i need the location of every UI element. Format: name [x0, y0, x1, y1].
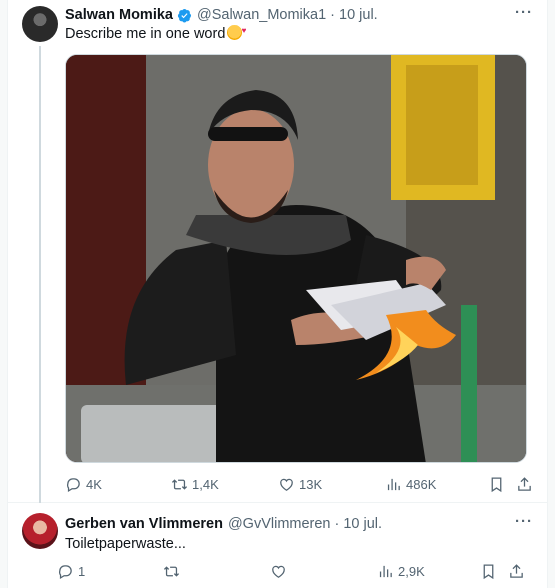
views-count: 2,9K — [398, 563, 425, 579]
page-edge-right — [547, 0, 555, 588]
tweet-photo[interactable] — [65, 54, 527, 463]
tweet-header: Salwan Momika @Salwan_Momika1 · 10 jul. — [65, 6, 378, 24]
author-handle[interactable]: @Salwan_Momika1 — [197, 6, 326, 24]
share-button[interactable] — [508, 561, 525, 581]
smiling-face-with-hearts-icon — [227, 22, 246, 40]
page-edge-left — [0, 0, 8, 588]
author-name[interactable]: Salwan Momika — [65, 6, 173, 24]
more-icon[interactable]: ··· — [515, 513, 533, 530]
repost-count: 1,4K — [192, 476, 219, 492]
separator-dot: · — [334, 516, 340, 532]
tweet-actions: 4K 1,4K 13K 486K — [65, 474, 539, 494]
tweet-header: Gerben van Vlimmeren @GvVlimmeren · 10 j… — [65, 515, 382, 533]
like-icon — [272, 565, 285, 578]
views-button[interactable]: 2,9K — [377, 561, 425, 581]
reply-count: 4K — [86, 476, 102, 492]
like-button[interactable]: 13K — [278, 474, 322, 494]
repost-icon — [171, 478, 188, 490]
share-icon — [518, 476, 531, 491]
views-icon — [379, 565, 392, 577]
reply-button[interactable]: 1 — [57, 561, 85, 581]
thread-line — [39, 46, 41, 503]
tweet-text-content: Describe me in one word — [65, 26, 226, 42]
tweet-date[interactable]: 10 jul. — [339, 6, 378, 24]
tweet-actions: 1 2,9K — [57, 561, 531, 581]
tweet-main[interactable]: Salwan Momika @Salwan_Momika1 · 10 jul. … — [8, 0, 547, 503]
tweet-date[interactable]: 10 jul. — [343, 515, 382, 533]
author-name[interactable]: Gerben van Vlimmeren — [65, 515, 223, 533]
repost-icon — [163, 565, 180, 577]
tweet-text: Toiletpaperwaste... — [65, 536, 186, 552]
bookmark-button[interactable] — [480, 561, 497, 581]
author-handle[interactable]: @GvVlimmeren — [228, 515, 331, 533]
share-button[interactable] — [516, 474, 533, 494]
more-icon[interactable]: ··· — [515, 4, 533, 21]
reply-button[interactable]: 4K — [65, 474, 102, 494]
share-icon — [510, 563, 523, 578]
like-count: 13K — [299, 476, 323, 492]
views-button[interactable]: 486K — [385, 474, 436, 494]
avatar[interactable] — [22, 513, 58, 549]
verified-badge-icon — [177, 8, 192, 22]
bookmark-button[interactable] — [488, 474, 505, 494]
reply-icon — [67, 477, 80, 492]
views-icon — [387, 478, 400, 490]
like-button[interactable] — [270, 561, 287, 581]
separator-dot: · — [330, 7, 335, 23]
repost-button[interactable] — [163, 561, 180, 581]
bookmark-icon — [491, 476, 502, 492]
photo-illustration — [66, 55, 526, 462]
reply-icon — [59, 564, 72, 579]
reply-count: 1 — [78, 563, 86, 579]
repost-button[interactable]: 1,4K — [171, 474, 219, 494]
views-count: 486K — [406, 476, 437, 492]
avatar[interactable] — [22, 6, 58, 42]
tweet-text: Describe me in one word — [65, 22, 246, 43]
like-icon — [280, 478, 293, 491]
bookmark-icon — [483, 563, 494, 579]
